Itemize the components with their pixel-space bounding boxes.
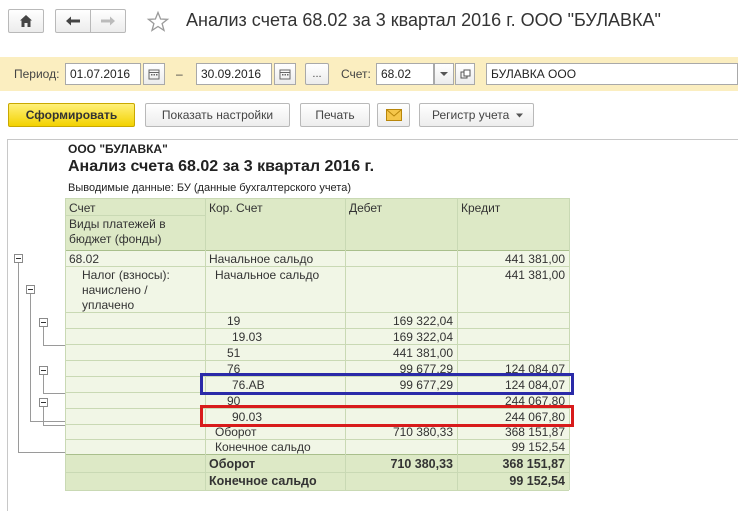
date-from-input[interactable]: 01.07.2016: [65, 63, 141, 85]
total-closing-balance-credit: 99 152,54: [509, 474, 565, 488]
table-cell-kor: 19.03: [232, 330, 263, 344]
send-email-button[interactable]: [377, 103, 410, 127]
total-turnover-credit: 368 151,87: [502, 457, 565, 471]
table-cell-debit: 441 381,00: [392, 346, 453, 360]
table-cell-kor: Начальное сальдо: [209, 252, 314, 266]
account-dropdown-button[interactable]: [434, 63, 454, 85]
total-closing-balance-label: Конечное сальдо: [209, 474, 317, 488]
header-debit: Дебет: [349, 201, 383, 215]
period-label: Период:: [14, 67, 60, 81]
forward-button[interactable]: [90, 9, 126, 33]
collapse-76-toggle[interactable]: [39, 366, 48, 375]
total-turnover-label: Оборот: [209, 457, 256, 471]
date-to-input[interactable]: 30.09.2016: [196, 63, 272, 85]
report-output-data: Выводимые данные: БУ (данные бухгалтерск…: [68, 182, 351, 194]
calendar-icon: [148, 69, 160, 80]
collapse-68-02-toggle[interactable]: [14, 254, 23, 263]
report-title: Анализ счета 68.02 за 3 квартал 2016 г.: [68, 158, 375, 175]
collapse-19-toggle[interactable]: [39, 318, 48, 327]
total-turnover-debit: 710 380,33: [390, 457, 453, 471]
report-parameters-bar: Период: 01.07.2016 – 30.09.2016 ... Счет…: [0, 57, 738, 91]
generate-button[interactable]: Сформировать: [8, 103, 135, 127]
table-cell-kor: Конечное сальдо: [215, 440, 311, 454]
collapse-90-toggle[interactable]: [39, 398, 48, 407]
calendar-icon: [279, 69, 291, 80]
highlight-76-ab-row: [200, 373, 574, 395]
table-cell-debit: 169 322,04: [392, 314, 453, 328]
account-input[interactable]: 68.02: [376, 63, 434, 85]
title-bar: Анализ счета 68.02 за 3 квартал 2016 г. …: [0, 0, 738, 48]
table-cell-credit: 368 151,87: [504, 425, 565, 439]
period-dash: –: [176, 67, 183, 81]
open-icon: [460, 69, 470, 78]
date-from-calendar-button[interactable]: [143, 63, 165, 85]
period-select-button[interactable]: ...: [305, 63, 329, 85]
organization-input[interactable]: БУЛАВКА ООО: [486, 63, 738, 85]
table-cell-account: Налог (взносы): начислено / уплачено: [82, 268, 170, 312]
window-title: Анализ счета 68.02 за 3 квартал 2016 г. …: [186, 10, 661, 30]
table-cell-kor: 19: [227, 314, 241, 328]
report-sheet: ООО "БУЛАВКА" Анализ счета 68.02 за 3 кв…: [7, 139, 738, 511]
table-cell-debit: 169 322,04: [392, 330, 453, 344]
envelope-icon: [385, 109, 402, 121]
table-cell-credit: 99 152,54: [511, 440, 565, 454]
report-organization: ООО "БУЛАВКА": [68, 142, 168, 156]
show-settings-button[interactable]: Показать настройки: [145, 103, 290, 127]
table-cell-kor: Оборот: [215, 425, 257, 439]
header-payment-types: Виды платежей в бюджет (фонды): [69, 217, 166, 246]
arrow-left-icon: [66, 16, 80, 26]
table-cell-kor: Начальное сальдо: [215, 268, 320, 282]
table-cell-credit: 441 381,00: [504, 268, 565, 282]
star-icon[interactable]: [146, 10, 170, 34]
home-icon: [20, 15, 32, 27]
back-button[interactable]: [55, 9, 91, 33]
accounting-register-button[interactable]: Регистр учета: [419, 103, 534, 127]
collapse-tax-toggle[interactable]: [26, 285, 35, 294]
chevron-down-icon: [440, 72, 448, 76]
chevron-down-icon: [516, 113, 524, 117]
header-credit: Кредит: [461, 201, 501, 215]
arrow-right-icon: [101, 16, 115, 26]
account-open-button[interactable]: [455, 63, 475, 85]
table-cell-debit: 710 380,33: [392, 425, 453, 439]
account-label: Счет:: [341, 67, 371, 81]
home-button[interactable]: [8, 9, 44, 33]
highlight-90-03-row: [200, 405, 574, 427]
print-button[interactable]: Печать: [300, 103, 370, 127]
header-kor-account: Кор. Счет: [209, 201, 263, 215]
accounting-register-label: Регистр учета: [432, 108, 510, 122]
table-cell-credit: 441 381,00: [504, 252, 565, 266]
header-account: Счет: [69, 201, 96, 215]
date-to-calendar-button[interactable]: [274, 63, 296, 85]
table-cell-kor: 51: [227, 346, 241, 360]
table-cell-account: 68.02: [69, 252, 100, 266]
